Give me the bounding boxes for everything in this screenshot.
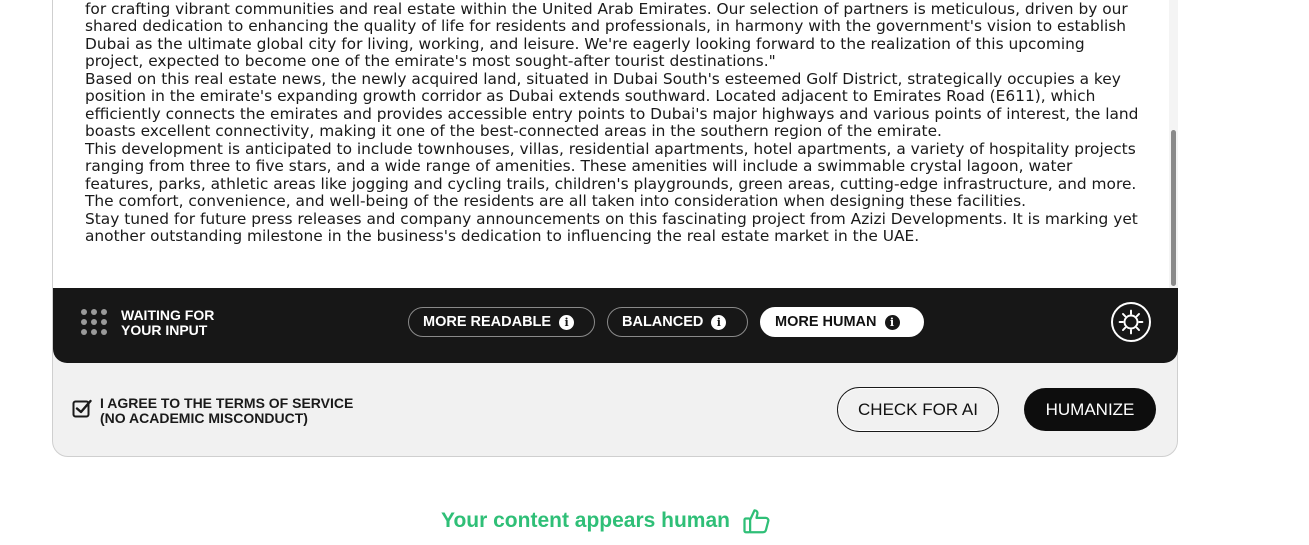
- editor-paragraph-4: Stay tuned for future press releases and…: [85, 209, 1138, 245]
- status-line-1: WAITING FOR: [121, 307, 215, 323]
- info-icon[interactable]: i: [711, 314, 727, 330]
- info-icon[interactable]: i: [884, 314, 900, 330]
- editor-content[interactable]: According to the spokesperson for Dubai …: [85, 0, 1145, 246]
- terms-label-line2: (NO ACADEMIC MISCONDUCT): [100, 410, 308, 426]
- info-icon[interactable]: i: [559, 314, 575, 330]
- terms-checkbox[interactable]: [72, 398, 92, 418]
- status-line-2: YOUR INPUT: [121, 322, 208, 338]
- humanize-button[interactable]: HUMANIZE: [1024, 388, 1156, 431]
- result-message: Your content appears human: [441, 506, 772, 536]
- scrollbar-thumb[interactable]: [1171, 130, 1176, 286]
- check-for-ai-button[interactable]: CHECK FOR AI: [837, 387, 999, 432]
- mode-label: MORE HUMAN: [775, 314, 877, 330]
- settings-button[interactable]: [1111, 302, 1151, 342]
- status-text: WAITING FOR YOUR INPUT: [121, 308, 214, 338]
- gear-icon: [1118, 309, 1144, 335]
- thumbs-up-icon: [743, 509, 770, 534]
- mode-balanced[interactable]: BALANCED i: [607, 307, 748, 337]
- checkbox-checked-icon: [72, 399, 92, 418]
- mode-more-readable[interactable]: MORE READABLE i: [408, 307, 595, 337]
- editor-paragraph-2: Based on this real estate news, the newl…: [85, 69, 1139, 140]
- mode-toolbar: WAITING FOR YOUR INPUT MORE READABLE i B…: [53, 288, 1178, 363]
- terms-label[interactable]: I AGREE TO THE TERMS OF SERVICE (NO ACAD…: [100, 396, 353, 426]
- result-text: Your content appears human: [441, 509, 730, 532]
- text-editor[interactable]: According to the spokesperson for Dubai …: [53, 0, 1177, 288]
- mode-label: BALANCED: [622, 314, 704, 330]
- mode-more-human[interactable]: MORE HUMAN i: [760, 307, 924, 337]
- editor-paragraph-3: This development is anticipated to inclu…: [85, 139, 1137, 210]
- terms-agreement: I AGREE TO THE TERMS OF SERVICE (NO ACAD…: [72, 396, 353, 426]
- editor-scrollbar[interactable]: [1169, 0, 1178, 288]
- editor-paragraph-1: According to the spokesperson for Dubai …: [85, 0, 1128, 70]
- terms-label-line1: I AGREE TO THE TERMS OF SERVICE: [100, 395, 354, 411]
- mode-label: MORE READABLE: [423, 314, 552, 330]
- loading-dots-icon: [81, 309, 107, 335]
